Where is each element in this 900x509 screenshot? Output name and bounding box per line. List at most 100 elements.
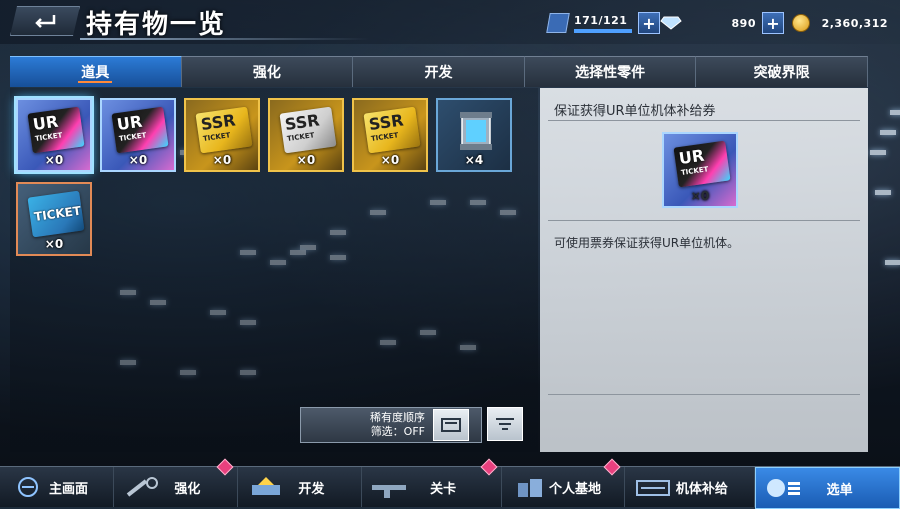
ticket-rarity-text: UR [115, 111, 144, 135]
ticket-rarity-text: SSR [367, 110, 405, 135]
item-detail-panel: 保证获得UR单位机体补给券 UR TICKET ×0 可使用票券保证获得UR单位… [540, 88, 868, 452]
gold-display: 2,360,312 [792, 12, 888, 34]
add-stamina-button[interactable]: + [638, 12, 660, 34]
hangar-light [875, 190, 891, 195]
ticket-rarity-text: TICKET [33, 203, 82, 224]
nav-item[interactable]: 开发 [238, 467, 362, 507]
nav-item[interactable]: 个人基地 [502, 458, 626, 507]
ssr-ticket-icon: SSR TICKET [195, 106, 253, 154]
top-bar: 持有物一览 171/121 + 890 + 2,360,312 [0, 0, 900, 44]
nav-label: 关卡 [430, 481, 457, 497]
inventory-item[interactable]: UR TICKET ×0 [16, 98, 92, 172]
develop-icon [251, 477, 280, 495]
tab-items[interactable]: 道具 [10, 56, 182, 87]
ticket-icon: TICKET [27, 190, 85, 238]
nav-label: 强化 [174, 481, 201, 497]
ur-ticket-icon: UR TICKET [27, 106, 85, 154]
tab-enhance[interactable]: 强化 [181, 56, 354, 87]
nav-label: 开发 [298, 481, 325, 497]
detail-item-icon: UR TICKET ×0 [662, 132, 738, 208]
inventory-item[interactable]: UR TICKET ×0 [100, 98, 176, 172]
filter-status-text: 筛选：OFF [370, 425, 425, 438]
inventory-grid: UR TICKET ×0 UR TICKET ×0 SSR TICKET ×0 SSR TICKET… [10, 88, 538, 452]
sort-icon [441, 418, 461, 432]
ssr-ticket-icon: SSR TICKET [363, 106, 421, 154]
bottom-navigation: 主画面 强化 开发 关卡 个人基地 机体补给 选单 [0, 458, 900, 509]
supply-icon [636, 480, 671, 496]
item-count: ×0 [296, 153, 316, 167]
filter-icon [496, 418, 514, 430]
menu-icon [767, 479, 801, 497]
nav-item[interactable]: 选单 [755, 467, 900, 509]
tab-develop[interactable]: 开发 [353, 56, 525, 87]
stamina-value: 171/121 [574, 13, 628, 27]
title-divider [80, 38, 370, 40]
category-tabs: 道具 强化 开发 选择性零件 突破界限 [10, 56, 868, 87]
notification-badge [216, 458, 234, 476]
ur-ticket-icon: UR TICKET [111, 106, 169, 154]
inventory-item[interactable]: ×4 [436, 98, 512, 172]
nav-label: 个人基地 [548, 481, 601, 497]
notification-badge [480, 458, 498, 476]
ssr-ticket-icon: SSR TICKET [279, 106, 337, 154]
detail-title: 保证获得UR单位机体补给券 [554, 104, 716, 119]
notification-badge [603, 458, 621, 476]
part-canister-icon [460, 112, 492, 150]
ticket-rarity-text: UR [677, 145, 706, 169]
nav-item[interactable]: 强化 [114, 458, 238, 507]
inventory-item[interactable]: SSR TICKET ×0 [268, 98, 344, 172]
stamina-bar-fill [574, 28, 632, 33]
item-count: ×0 [380, 153, 400, 167]
detail-description: 可使用票券保证获得UR单位机体。 [554, 236, 740, 250]
base-icon [517, 479, 542, 497]
stamina-display: 171/121 + [546, 12, 660, 34]
gem-value: 890 [731, 16, 756, 30]
item-count: ×0 [128, 153, 148, 167]
rifle-icon [371, 485, 406, 498]
detail-divider [548, 220, 860, 221]
wrench-icon [126, 477, 158, 497]
gem-display: 890 + [660, 12, 784, 34]
nav-label: 选单 [826, 482, 853, 498]
gem-icon [660, 16, 682, 30]
item-count: ×4 [464, 153, 484, 167]
filter-button[interactable] [487, 407, 523, 441]
coin-icon [792, 14, 810, 32]
item-count: ×0 [44, 153, 64, 167]
add-gem-button[interactable]: + [762, 12, 784, 34]
nav-item[interactable]: 主画面 [0, 467, 114, 507]
sort-label: 稀有度顺序 筛选：OFF [301, 411, 425, 439]
ticket-rarity-text: UR [31, 111, 60, 135]
ticket-rarity-text: SSR [199, 110, 237, 135]
home-icon [18, 477, 38, 497]
sort-order-text: 稀有度顺序 [370, 411, 425, 424]
sort-filter-panel: 稀有度顺序 筛选：OFF [300, 407, 482, 443]
inventory-item[interactable]: SSR TICKET ×0 [184, 98, 260, 172]
inventory-item[interactable]: TICKET ×0 [16, 182, 92, 256]
item-count: ×0 [212, 153, 232, 167]
stamina-icon [546, 13, 570, 33]
back-button[interactable] [10, 6, 80, 36]
hangar-light [885, 260, 900, 265]
gold-value: 2,360,312 [821, 16, 888, 30]
detail-divider [548, 120, 860, 121]
ticket-rarity-text: SSR [283, 110, 321, 135]
stamina-bar [574, 28, 632, 33]
nav-label: 机体补给 [675, 481, 728, 497]
item-count: ×0 [44, 237, 64, 251]
nav-item[interactable]: 机体补给 [625, 467, 756, 507]
hangar-light [890, 110, 900, 115]
page-title: 持有物一览 [86, 10, 227, 40]
tab-optional-parts[interactable]: 选择性零件 [524, 56, 697, 87]
detail-item-count: ×0 [690, 189, 710, 203]
tab-limit-break[interactable]: 突破界限 [696, 56, 868, 87]
hangar-light [870, 150, 886, 155]
sort-button[interactable] [433, 409, 469, 441]
nav-item[interactable]: 关卡 [362, 458, 502, 507]
nav-label: 主画面 [48, 481, 88, 497]
detail-divider [548, 394, 860, 395]
inventory-item[interactable]: SSR TICKET ×0 [352, 98, 428, 172]
ur-ticket-icon: UR TICKET [673, 140, 731, 188]
hangar-light [880, 130, 896, 135]
back-arrow-icon [35, 15, 56, 28]
